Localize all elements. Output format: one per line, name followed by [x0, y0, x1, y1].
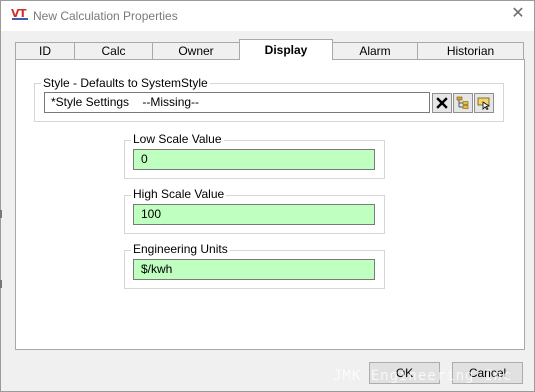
high-scale-label: High Scale Value — [131, 187, 227, 201]
window-title: New Calculation Properties — [33, 9, 178, 23]
close-icon[interactable]: ✕ — [510, 6, 526, 22]
background-window-edge — [0, 210, 2, 218]
style-field-value: *Style Settings --Missing-- — [51, 95, 200, 109]
high-scale-input[interactable]: 100 — [133, 204, 375, 225]
dialog-window: VT New Calculation Properties ✕ ID Calc … — [0, 0, 535, 392]
tab-display[interactable]: Display — [239, 39, 333, 60]
tree-browse-icon — [456, 96, 469, 109]
select-style-button[interactable] — [474, 93, 494, 113]
tab-strip: ID Calc Owner Display Alarm Historian — [15, 39, 524, 60]
background-window-edge-2 — [0, 280, 2, 288]
watermark: JMK Engineering Inc — [333, 368, 513, 384]
tab-alarm[interactable]: Alarm — [332, 42, 418, 59]
clear-style-button[interactable] — [432, 93, 452, 113]
low-scale-label: Low Scale Value — [131, 132, 224, 146]
low-scale-input[interactable]: 0 — [133, 149, 375, 170]
engineering-units-input[interactable]: $/kwh — [133, 259, 375, 280]
tab-calc[interactable]: Calc — [74, 42, 153, 59]
select-style-icon — [477, 97, 491, 110]
engineering-units-label: Engineering Units — [131, 242, 230, 256]
app-logo: VT — [11, 7, 31, 23]
browse-tree-button[interactable] — [453, 93, 473, 113]
tab-historian[interactable]: Historian — [417, 42, 524, 59]
title-bar: VT New Calculation Properties ✕ — [1, 1, 534, 31]
style-field[interactable]: *Style Settings --Missing-- — [44, 92, 430, 113]
tab-id[interactable]: ID — [15, 42, 75, 59]
tab-owner[interactable]: Owner — [152, 42, 240, 59]
style-group-label: Style - Defaults to SystemStyle — [41, 76, 210, 90]
clear-icon — [436, 97, 448, 109]
